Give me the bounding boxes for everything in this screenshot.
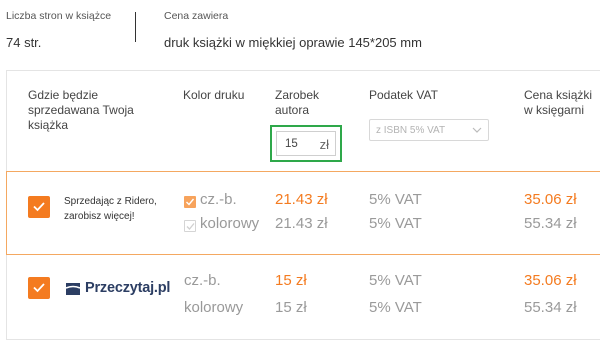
page-count-label: Liczba stron w książce (6, 10, 112, 22)
przeczytaj-bw-type: cz.-b. (184, 272, 221, 289)
checkmark-icon (186, 223, 195, 230)
checkmark-icon (33, 202, 45, 212)
earnings-highlight: 15 zł (270, 125, 342, 162)
ridero-bw-earnings: 21.43 zł (275, 191, 328, 208)
page-count-value: 74 str. (6, 35, 42, 50)
checkmark-icon (33, 283, 45, 293)
header-where-sold: Gdzie będzie sprzedawana Twoja książka (28, 88, 134, 132)
ridero-bw-price: 35.06 zł (524, 191, 577, 208)
przeczytaj-color-earnings: 15 zł (275, 299, 307, 316)
przeczytaj-color-price: 55.34 zł (524, 299, 577, 316)
header-bookstore-price: Cena książki w księgarni (524, 88, 593, 117)
ridero-channel-checkbox[interactable] (28, 196, 50, 218)
przeczytaj-bw-earnings: 15 zł (275, 272, 307, 289)
earnings-input-currency: zł (319, 137, 329, 152)
przeczytaj-bw-price: 35.06 zł (524, 272, 577, 289)
ridero-color-vat: 5% VAT (369, 215, 422, 232)
vat-select[interactable]: z ISBN 5% VAT (369, 119, 489, 141)
info-divider (135, 12, 136, 42)
przeczytaj-logo-text: Przeczytaj.pl (85, 280, 171, 296)
checkmark-icon (186, 198, 195, 206)
header-print-color: Kolor druku (183, 88, 245, 102)
ridero-color-price: 55.34 zł (524, 215, 577, 232)
ridero-color-earnings: 21.43 zł (275, 215, 328, 232)
page-count-block: Liczba stron w książce 74 str. (6, 10, 111, 50)
price-includes-value: druk książki w miękkiej oprawie 145*205 … (164, 35, 422, 50)
ridero-promo-text: Sprzedając z Ridero, zarobisz więcej! (64, 194, 174, 224)
przeczytaj-logo-icon (65, 283, 81, 295)
color-print-checkbox[interactable] (184, 220, 196, 232)
earnings-input-value: 15 (285, 138, 298, 150)
przeczytaj-bw-vat: 5% VAT (369, 272, 422, 289)
ridero-color-type: kolorowy (200, 215, 260, 232)
header-author-earnings: Zarobek autora (275, 88, 320, 117)
header-vat: Podatek VAT (369, 88, 438, 102)
przeczytaj-color-type: kolorowy (184, 299, 244, 316)
ridero-promo-line: Sprzedając z Ridero, zarobisz więcej! (64, 196, 157, 222)
chevron-down-icon (472, 127, 482, 133)
book-info-bar: Liczba stron w książce 74 str. Cena zawi… (0, 0, 600, 70)
price-includes-block: Cena zawiera druk książki w miękkiej opr… (164, 10, 422, 50)
przeczytaj-channel-checkbox[interactable] (28, 277, 50, 299)
ridero-bw-type: cz.-b. (200, 191, 237, 208)
ridero-bw-vat: 5% VAT (369, 191, 422, 208)
vat-select-value: z ISBN 5% VAT (376, 125, 446, 136)
bw-print-checkbox[interactable] (184, 196, 196, 208)
przeczytaj-color-vat: 5% VAT (369, 299, 422, 316)
earnings-input[interactable]: 15 zł (276, 131, 336, 156)
price-includes-label: Cena zawiera (164, 10, 229, 22)
